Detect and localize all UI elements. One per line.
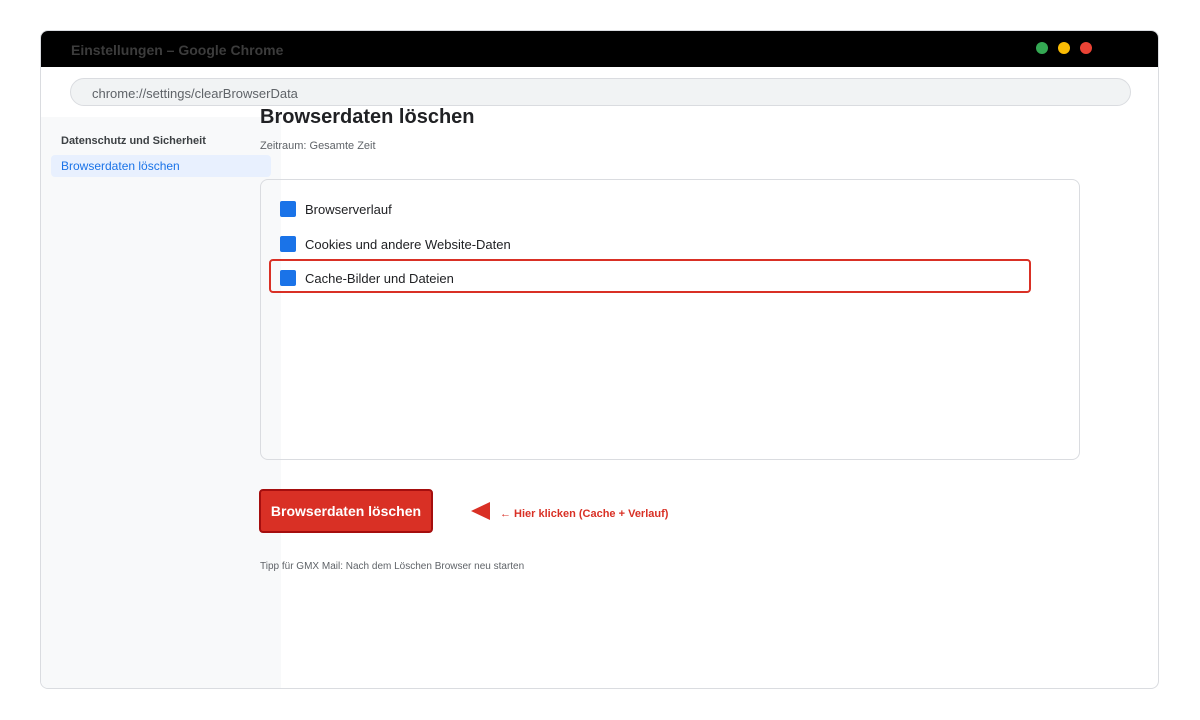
option-label: Cache-Bilder und Dateien <box>305 270 454 286</box>
sidebar-heading: Datenschutz und Sicherheit <box>61 135 206 147</box>
option-cookies[interactable]: Cookies und andere Website-Daten <box>280 234 511 254</box>
tip-text: Tipp für GMX Mail: Nach dem Löschen Brow… <box>260 561 525 572</box>
minimize-dot-icon[interactable] <box>1036 42 1048 54</box>
checkbox-checked-icon[interactable] <box>280 270 296 286</box>
window-controls <box>1036 42 1092 54</box>
address-bar[interactable]: chrome://settings/clearBrowserData <box>70 78 1131 106</box>
checkbox-checked-icon[interactable] <box>280 201 296 217</box>
clear-data-button[interactable]: Browserdaten löschen <box>259 489 433 533</box>
address-bar-url: chrome://settings/clearBrowserData <box>92 86 298 101</box>
title-bar: Einstellungen – Google Chrome <box>41 31 1158 67</box>
sidebar-item-label: Browserdaten löschen <box>61 159 180 173</box>
checkbox-checked-icon[interactable] <box>280 236 296 252</box>
option-label: Cookies und andere Website-Daten <box>305 236 511 252</box>
close-dot-icon[interactable] <box>1080 42 1092 54</box>
click-hint: ← Hier klicken (Cache + Verlauf) <box>500 508 669 520</box>
pointer-arrow-icon <box>471 502 490 520</box>
sidebar: Datenschutz und Sicherheit Browserdaten … <box>41 117 281 688</box>
data-options-panel: Browserverlauf Cookies und andere Websit… <box>260 179 1080 460</box>
time-range-label: Zeitraum: Gesamte Zeit <box>260 140 376 152</box>
window-title: Einstellungen – Google Chrome <box>71 42 284 58</box>
option-cache[interactable]: Cache-Bilder und Dateien <box>280 268 454 288</box>
option-label: Browserverlauf <box>305 201 392 217</box>
sidebar-item-browserdaten-loeschen[interactable]: Browserdaten löschen <box>51 155 271 177</box>
maximize-dot-icon[interactable] <box>1058 42 1070 54</box>
option-browserverlauf[interactable]: Browserverlauf <box>280 199 392 219</box>
page-title: Browserdaten löschen <box>260 106 475 128</box>
